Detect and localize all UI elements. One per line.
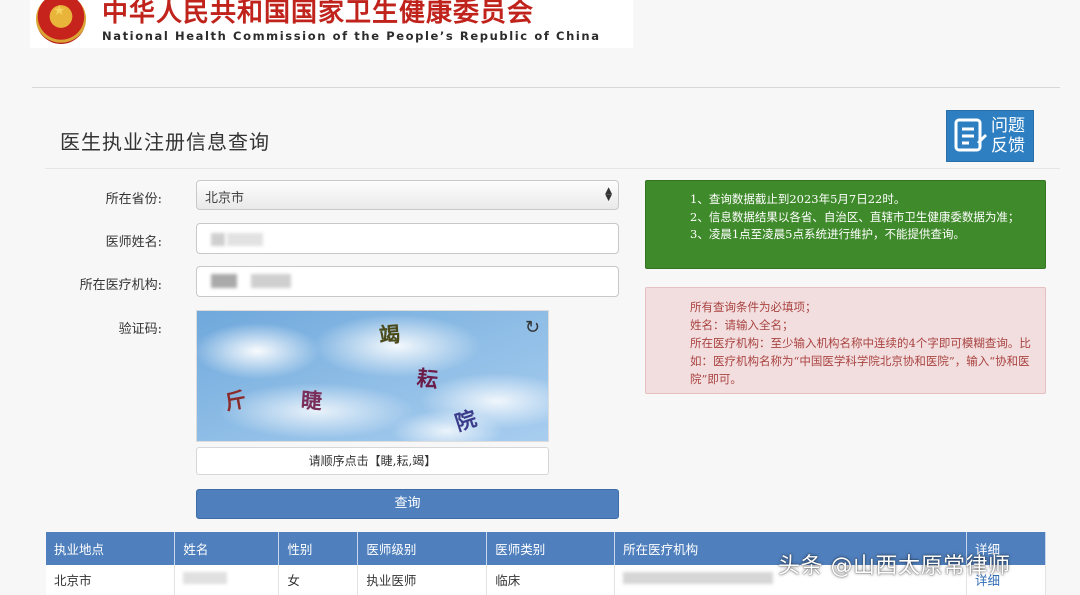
header-divider bbox=[32, 87, 1060, 88]
cell-level: 执业医师 bbox=[357, 565, 488, 595]
org-name-cn: 中华人民共和国国家卫生健康委员会 bbox=[102, 0, 535, 28]
province-select-value: 北京市 bbox=[205, 191, 245, 206]
captcha-image[interactable]: 竭 耘 斤 睫 院 ↻ bbox=[196, 310, 549, 442]
captcha-char[interactable]: 院 bbox=[451, 402, 480, 437]
title-divider bbox=[45, 168, 1060, 169]
page-title: 医生执业注册信息查询 bbox=[60, 130, 270, 154]
org-name-en: National Health Commission of the People… bbox=[102, 29, 601, 43]
redacted-name bbox=[227, 233, 263, 246]
col-header-gender: 性别 bbox=[278, 532, 359, 565]
feedback-label-line1: 问题 bbox=[991, 116, 1025, 136]
info-line: 1、查询数据截止到2023年5月7日22时。 bbox=[690, 192, 906, 206]
doctor-name-label: 医师姓名: bbox=[105, 235, 162, 250]
query-button[interactable]: 查询 bbox=[196, 489, 619, 519]
col-header-category: 医师类别 bbox=[486, 532, 616, 565]
feedback-label-line2: 反馈 bbox=[991, 136, 1025, 156]
captcha-char[interactable]: 睫 bbox=[300, 384, 323, 415]
col-header-name: 姓名 bbox=[174, 532, 280, 565]
select-arrows-icon: ▲ ▼ bbox=[605, 186, 612, 203]
cell-category: 临床 bbox=[486, 565, 616, 595]
medical-institution-input[interactable] bbox=[196, 266, 619, 297]
warning-line: 姓名：请输入全名； bbox=[690, 318, 794, 332]
captcha-char[interactable]: 竭 bbox=[378, 318, 401, 349]
col-header-level: 医师级别 bbox=[357, 532, 488, 565]
medical-institution-label: 所在医疗机构: bbox=[79, 278, 162, 293]
redacted-org bbox=[251, 274, 291, 288]
col-header-location: 执业地点 bbox=[46, 532, 176, 565]
warning-notice: 所有查询条件为必填项； 姓名：请输入全名； 所在医疗机构：至少输入机构名称中连续… bbox=[645, 287, 1046, 394]
cell-gender: 女 bbox=[278, 565, 359, 595]
redacted-org bbox=[211, 274, 237, 288]
captcha-char[interactable]: 斤 bbox=[223, 383, 249, 416]
feedback-button[interactable]: 问题 反馈 bbox=[946, 110, 1034, 162]
info-line: 3、凌晨1点至凌晨5点系统进行维护，不能提供查询。 bbox=[690, 227, 965, 241]
redacted-name bbox=[211, 233, 225, 246]
captcha-hint: 请顺序点击【睫,耘,竭】 bbox=[196, 447, 549, 475]
watermark-text: 头条 @山西太原常律师 bbox=[778, 554, 1011, 579]
site-header-banner: ★ 中华人民共和国国家卫生健康委员会 National Health Commi… bbox=[30, 0, 633, 48]
province-select[interactable]: 北京市 ▲ ▼ bbox=[196, 180, 619, 210]
captcha-label: 验证码: bbox=[118, 322, 162, 337]
national-emblem-icon: ★ bbox=[32, 0, 88, 48]
feedback-icon bbox=[953, 116, 987, 156]
warning-line: 所有查询条件为必填项； bbox=[690, 300, 817, 314]
info-line: 2、信息数据结果以各省、自治区、直辖市卫生健康委数据为准； bbox=[690, 209, 1020, 224]
doctor-name-input[interactable] bbox=[196, 223, 619, 254]
warning-line: 所在医疗机构：至少输入机构名称中连续的4个字即可模糊查询。比如：医疗机构名称为“… bbox=[690, 336, 1031, 386]
cell-name bbox=[174, 565, 280, 595]
province-label: 所在省份: bbox=[105, 192, 162, 207]
cell-location: 北京市 bbox=[46, 565, 176, 595]
site-header-text: 中华人民共和国国家卫生健康委员会 National Health Commiss… bbox=[102, 0, 601, 43]
captcha-char[interactable]: 耘 bbox=[415, 362, 439, 394]
info-notice: 1、查询数据截止到2023年5月7日22时。 2、信息数据结果以各省、自治区、直… bbox=[645, 180, 1046, 269]
refresh-icon[interactable]: ↻ bbox=[525, 317, 540, 338]
